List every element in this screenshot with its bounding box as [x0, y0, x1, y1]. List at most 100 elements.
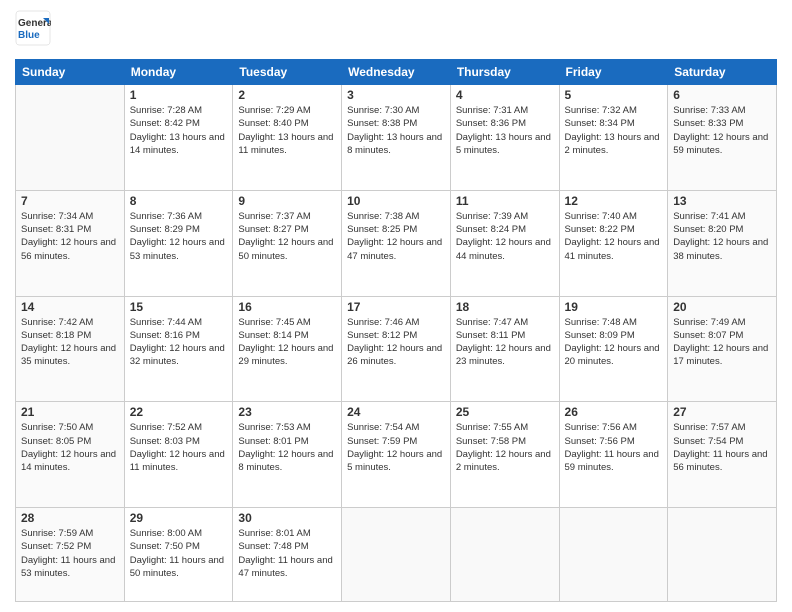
cell-content: Sunrise: 7:57 AMSunset: 7:54 PMDaylight:… [673, 421, 771, 474]
calendar-cell: 29 Sunrise: 8:00 AMSunset: 7:50 PMDayligh… [124, 508, 233, 602]
day-number: 15 [130, 300, 228, 314]
cell-content: Sunrise: 7:53 AMSunset: 8:01 PMDaylight:… [238, 421, 336, 474]
calendar-cell: 22Sunrise: 7:52 AMSunset: 8:03 PMDayligh… [124, 402, 233, 508]
cell-content: Sunrise: 7:40 AMSunset: 8:22 PMDaylight:… [565, 210, 663, 263]
cell-content: Sunrise: 7:59 AMSunset: 7:52 PMDaylight:… [21, 527, 119, 580]
calendar-cell: 25 Sunrise: 7:55 AMSunset: 7:58 PMDayligh… [450, 402, 559, 508]
cell-content: Sunrise: 7:34 AMSunset: 8:31 PMDaylight:… [21, 210, 119, 263]
cell-content: Sunrise: 7:47 AMSunset: 8:11 PMDaylight:… [456, 316, 554, 369]
cell-content: Sunrise: 7:32 AMSunset: 8:34 PMDaylight:… [565, 104, 663, 157]
cell-content: Sunrise: 7:36 AMSunset: 8:29 PMDaylight:… [130, 210, 228, 263]
cell-content: Sunrise: 8:01 AMSunset: 7:48 PMDaylight:… [238, 527, 336, 580]
day-number: 24 [347, 405, 445, 419]
day-number: 30 [238, 511, 336, 525]
day-number: 29 [130, 511, 228, 525]
calendar-cell: 10 Sunrise: 7:38 AMSunset: 8:25 PMDayligh… [342, 190, 451, 296]
day-number: 20 [673, 300, 771, 314]
day-number: 28 [21, 511, 119, 525]
calendar-cell: 19 Sunrise: 7:48 AMSunset: 8:09 PMDayligh… [559, 296, 668, 402]
cell-content: Sunrise: 7:37 AMSunset: 8:27 PMDaylight:… [238, 210, 336, 263]
day-number: 27 [673, 405, 771, 419]
cell-content: Sunrise: 7:49 AMSunset: 8:07 PMDaylight:… [673, 316, 771, 369]
day-number: 17 [347, 300, 445, 314]
day-number: 9 [238, 194, 336, 208]
cell-content: Sunrise: 7:55 AMSunset: 7:58 PMDaylight:… [456, 421, 554, 474]
calendar-cell: 12 Sunrise: 7:40 AMSunset: 8:22 PMDayligh… [559, 190, 668, 296]
day-number: 23 [238, 405, 336, 419]
calendar-cell [668, 508, 777, 602]
cell-content: Sunrise: 7:33 AMSunset: 8:33 PMDaylight:… [673, 104, 771, 157]
day-number: 13 [673, 194, 771, 208]
day-number: 8 [130, 194, 228, 208]
calendar-cell: 2 Sunrise: 7:29 AMSunset: 8:40 PMDaylight… [233, 85, 342, 191]
cell-content: Sunrise: 7:48 AMSunset: 8:09 PMDaylight:… [565, 316, 663, 369]
calendar-cell: 16 Sunrise: 7:45 AMSunset: 8:14 PMDayligh… [233, 296, 342, 402]
cell-content: Sunrise: 7:50 AMSunset: 8:05 PMDaylight:… [21, 421, 119, 474]
calendar-cell [342, 508, 451, 602]
day-number: 21 [21, 405, 119, 419]
cell-content: Sunrise: 7:39 AMSunset: 8:24 PMDaylight:… [456, 210, 554, 263]
calendar-cell: 9 Sunrise: 7:37 AMSunset: 8:27 PMDaylight… [233, 190, 342, 296]
weekday-header: Tuesday [233, 60, 342, 85]
day-number: 6 [673, 88, 771, 102]
calendar-cell: 8 Sunrise: 7:36 AMSunset: 8:29 PMDaylight… [124, 190, 233, 296]
calendar-cell: 24 Sunrise: 7:54 AMSunset: 7:59 PMDayligh… [342, 402, 451, 508]
calendar-cell: 23 Sunrise: 7:53 AMSunset: 8:01 PMDayligh… [233, 402, 342, 508]
cell-content: Sunrise: 7:38 AMSunset: 8:25 PMDaylight:… [347, 210, 445, 263]
weekday-header: Friday [559, 60, 668, 85]
day-number: 26 [565, 405, 663, 419]
cell-content: Sunrise: 7:31 AMSunset: 8:36 PMDaylight:… [456, 104, 554, 157]
day-number: 16 [238, 300, 336, 314]
cell-content: Sunrise: 7:29 AMSunset: 8:40 PMDaylight:… [238, 104, 336, 157]
calendar-cell: 18 Sunrise: 7:47 AMSunset: 8:11 PMDayligh… [450, 296, 559, 402]
weekday-header: Monday [124, 60, 233, 85]
cell-content: Sunrise: 7:56 AMSunset: 7:56 PMDaylight:… [565, 421, 663, 474]
calendar-cell: 13 Sunrise: 7:41 AMSunset: 8:20 PMDayligh… [668, 190, 777, 296]
page: General Blue SundayMondayTuesdayWednesda… [0, 0, 792, 612]
day-number: 4 [456, 88, 554, 102]
cell-content: Sunrise: 7:28 AMSunset: 8:42 PMDaylight:… [130, 104, 228, 157]
calendar-cell: 28 Sunrise: 7:59 AMSunset: 7:52 PMDayligh… [16, 508, 125, 602]
calendar-cell: 15Sunrise: 7:44 AMSunset: 8:16 PMDayligh… [124, 296, 233, 402]
cell-content: Sunrise: 7:54 AMSunset: 7:59 PMDaylight:… [347, 421, 445, 474]
cell-content: Sunrise: 7:45 AMSunset: 8:14 PMDaylight:… [238, 316, 336, 369]
cell-content: Sunrise: 7:42 AMSunset: 8:18 PMDaylight:… [21, 316, 119, 369]
logo: General Blue [15, 10, 55, 51]
weekday-header: Wednesday [342, 60, 451, 85]
cell-content: Sunrise: 7:30 AMSunset: 8:38 PMDaylight:… [347, 104, 445, 157]
weekday-header: Saturday [668, 60, 777, 85]
day-number: 18 [456, 300, 554, 314]
calendar-cell: 11 Sunrise: 7:39 AMSunset: 8:24 PMDayligh… [450, 190, 559, 296]
calendar-cell: 3 Sunrise: 7:30 AMSunset: 8:38 PMDaylight… [342, 85, 451, 191]
logo-icon: General Blue [15, 10, 51, 46]
day-number: 1 [130, 88, 228, 102]
day-number: 11 [456, 194, 554, 208]
calendar-cell [16, 85, 125, 191]
calendar-cell: 14 Sunrise: 7:42 AMSunset: 8:18 PMDayligh… [16, 296, 125, 402]
day-number: 10 [347, 194, 445, 208]
day-number: 3 [347, 88, 445, 102]
day-number: 25 [456, 405, 554, 419]
day-number: 22 [130, 405, 228, 419]
day-number: 14 [21, 300, 119, 314]
weekday-header: Sunday [16, 60, 125, 85]
day-number: 2 [238, 88, 336, 102]
calendar-cell: 26 Sunrise: 7:56 AMSunset: 7:56 PMDayligh… [559, 402, 668, 508]
day-number: 5 [565, 88, 663, 102]
calendar-cell: 21 Sunrise: 7:50 AMSunset: 8:05 PMDayligh… [16, 402, 125, 508]
svg-text:Blue: Blue [18, 30, 40, 41]
calendar-cell: 17Sunrise: 7:46 AMSunset: 8:12 PMDayligh… [342, 296, 451, 402]
calendar-cell: 27 Sunrise: 7:57 AMSunset: 7:54 PMDayligh… [668, 402, 777, 508]
calendar-cell: 6 Sunrise: 7:33 AMSunset: 8:33 PMDaylight… [668, 85, 777, 191]
day-number: 7 [21, 194, 119, 208]
weekday-header: Thursday [450, 60, 559, 85]
calendar-cell [559, 508, 668, 602]
cell-content: Sunrise: 8:00 AMSunset: 7:50 PMDaylight:… [130, 527, 228, 580]
day-number: 19 [565, 300, 663, 314]
calendar-cell: 20 Sunrise: 7:49 AMSunset: 8:07 PMDayligh… [668, 296, 777, 402]
cell-content: Sunrise: 7:41 AMSunset: 8:20 PMDaylight:… [673, 210, 771, 263]
calendar-cell: 30 Sunrise: 8:01 AMSunset: 7:48 PMDayligh… [233, 508, 342, 602]
calendar-cell: 1 Sunrise: 7:28 AMSunset: 8:42 PMDaylight… [124, 85, 233, 191]
day-number: 12 [565, 194, 663, 208]
calendar-cell: 4 Sunrise: 7:31 AMSunset: 8:36 PMDaylight… [450, 85, 559, 191]
